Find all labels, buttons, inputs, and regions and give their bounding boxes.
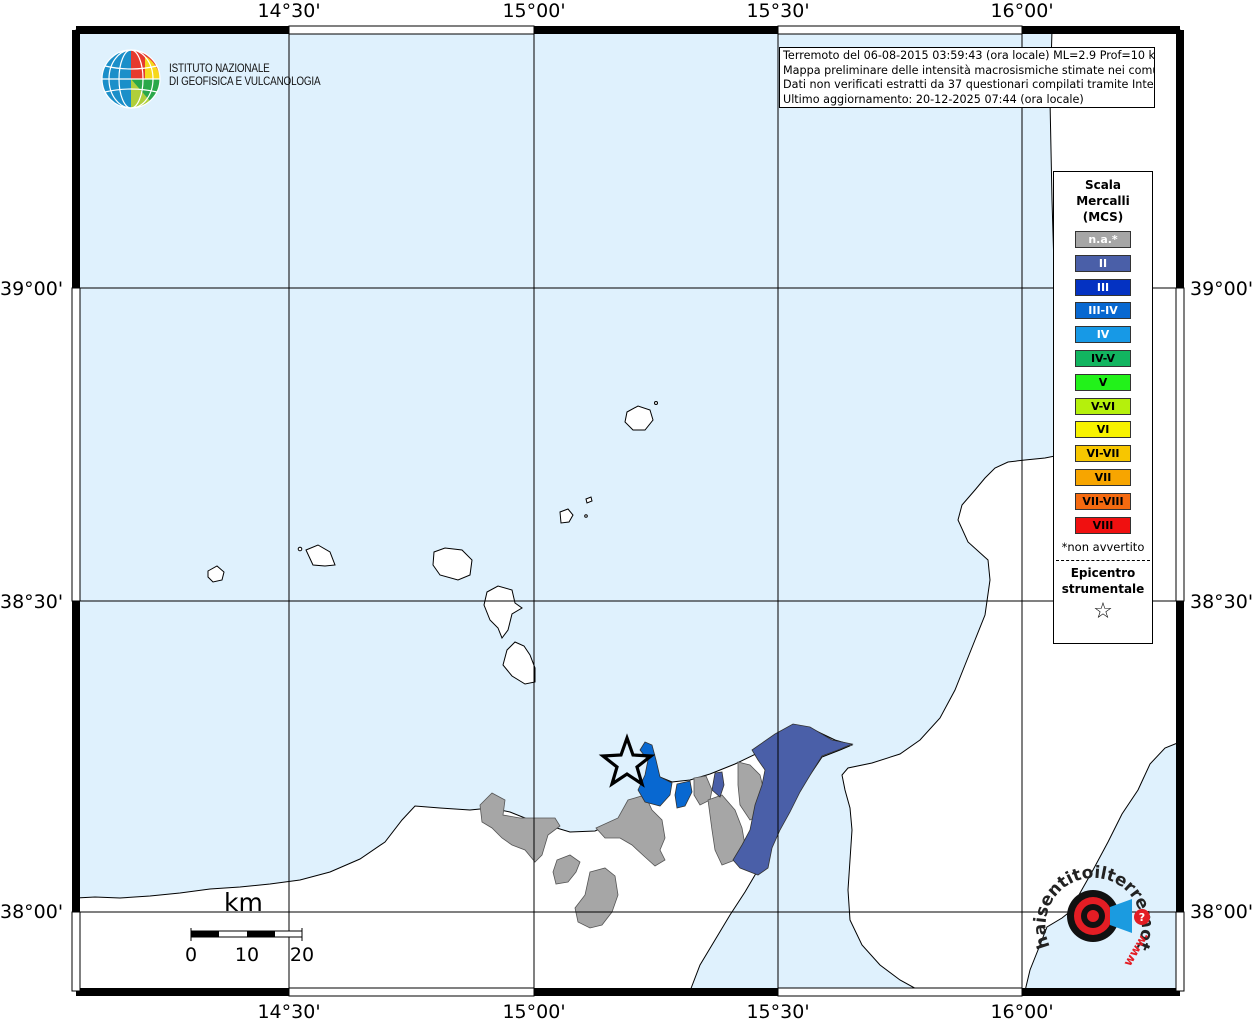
lat-label-right-2: 38°30' (1190, 591, 1254, 613)
lon-label-bottom-2: 15°00' (502, 1001, 566, 1023)
legend-epicenter-line2: strumentale (1061, 582, 1145, 597)
legend-star-icon: ☆ (1093, 599, 1113, 625)
legend-epicenter-line1: Epicentro (1070, 566, 1136, 581)
info-line-3: Dati non verificati estratti da 37 quest… (783, 78, 1155, 91)
scale-tick-10: 10 (234, 944, 260, 966)
ingv-name-line1: ISTITUTO NAZIONALE (169, 63, 270, 75)
lat-label-right-3: 38°00' (1190, 901, 1254, 923)
island-strombolicchio (654, 401, 658, 405)
legend-swatch: VI (1075, 421, 1131, 439)
lon-label-bottom-1: 14°30' (257, 1001, 321, 1023)
info-line-4: Ultimo aggiornamento: 20-12-2025 07:44 (… (783, 92, 1084, 106)
legend-swatch: V-VI (1075, 397, 1131, 415)
lat-label-left-3: 38°00' (0, 901, 64, 923)
legend-title-line2: Mercalli (1076, 194, 1130, 208)
legend-epicenter-label: Epicentro strumentale (1054, 565, 1152, 597)
legend-swatch: VII-VIII (1075, 492, 1131, 510)
legend-title-line3: (MCS) (1082, 210, 1124, 224)
legend-swatch: V (1075, 373, 1131, 391)
info-line-1: Terremoto del 06-08-2015 03:59:43 (ora l… (783, 49, 1155, 62)
info-line-2: Mappa preliminare delle intensità macros… (783, 63, 1155, 77)
legend-title: Scala Mercalli (MCS) (1054, 177, 1152, 225)
lon-label-top-4: 16°00' (990, 0, 1054, 22)
lon-label-top-1: 14°30' (257, 0, 321, 22)
legend-note: *non avvertito (1061, 540, 1145, 555)
event-info-box: Terremoto del 06-08-2015 03:59:43 (ora l… (779, 47, 1155, 108)
scale-tick-0: 0 (184, 944, 198, 966)
lon-label-bottom-4: 16°00' (990, 1001, 1054, 1023)
ingv-globe-icon (101, 49, 161, 109)
legend-swatch: IV (1075, 326, 1131, 344)
ingv-name-line2: DI GEOFISICA E VULCANOLOGIA (169, 76, 321, 88)
legend-swatch: II (1075, 254, 1131, 272)
legend-swatch: VII (1075, 468, 1131, 486)
legend-swatch: n.a.* (1075, 231, 1131, 248)
legend-swatch: VIII (1075, 516, 1131, 534)
legend-swatch: III (1075, 278, 1131, 296)
lat-label-right-1: 39°00' (1190, 278, 1254, 300)
haisentito-logo-icon[interactable]: haisentitoilterremoto.it ? www. (1030, 855, 1160, 980)
lon-label-bottom-3: 15°30' (746, 1001, 810, 1023)
ingv-name: ISTITUTO NAZIONALE DI GEOFISICA E VULCAN… (169, 63, 321, 89)
lon-label-top-2: 15°00' (502, 0, 566, 22)
lat-label-left-2: 38°30' (0, 591, 64, 613)
scale-tick-20: 20 (289, 944, 315, 966)
legend-title-line1: Scala (1084, 178, 1122, 192)
legend-swatches: n.a.* II III III-IV IV IV-V V V-VI VI VI-VII VII VI… (1054, 231, 1152, 534)
legend-swatch: III-IV (1075, 302, 1131, 320)
legend-separator (1056, 560, 1150, 562)
legend-swatch: IV-V (1075, 349, 1131, 367)
legend-swatch: VI-VII (1075, 445, 1131, 463)
lat-label-left-1: 39°00' (0, 278, 64, 300)
lon-label-top-3: 15°30' (746, 0, 810, 22)
svg-text:?: ? (1139, 911, 1145, 924)
mcs-legend: Scala Mercalli (MCS) n.a.* II III III-IV IV I… (1053, 171, 1153, 644)
scale-unit-label: km (224, 888, 263, 917)
